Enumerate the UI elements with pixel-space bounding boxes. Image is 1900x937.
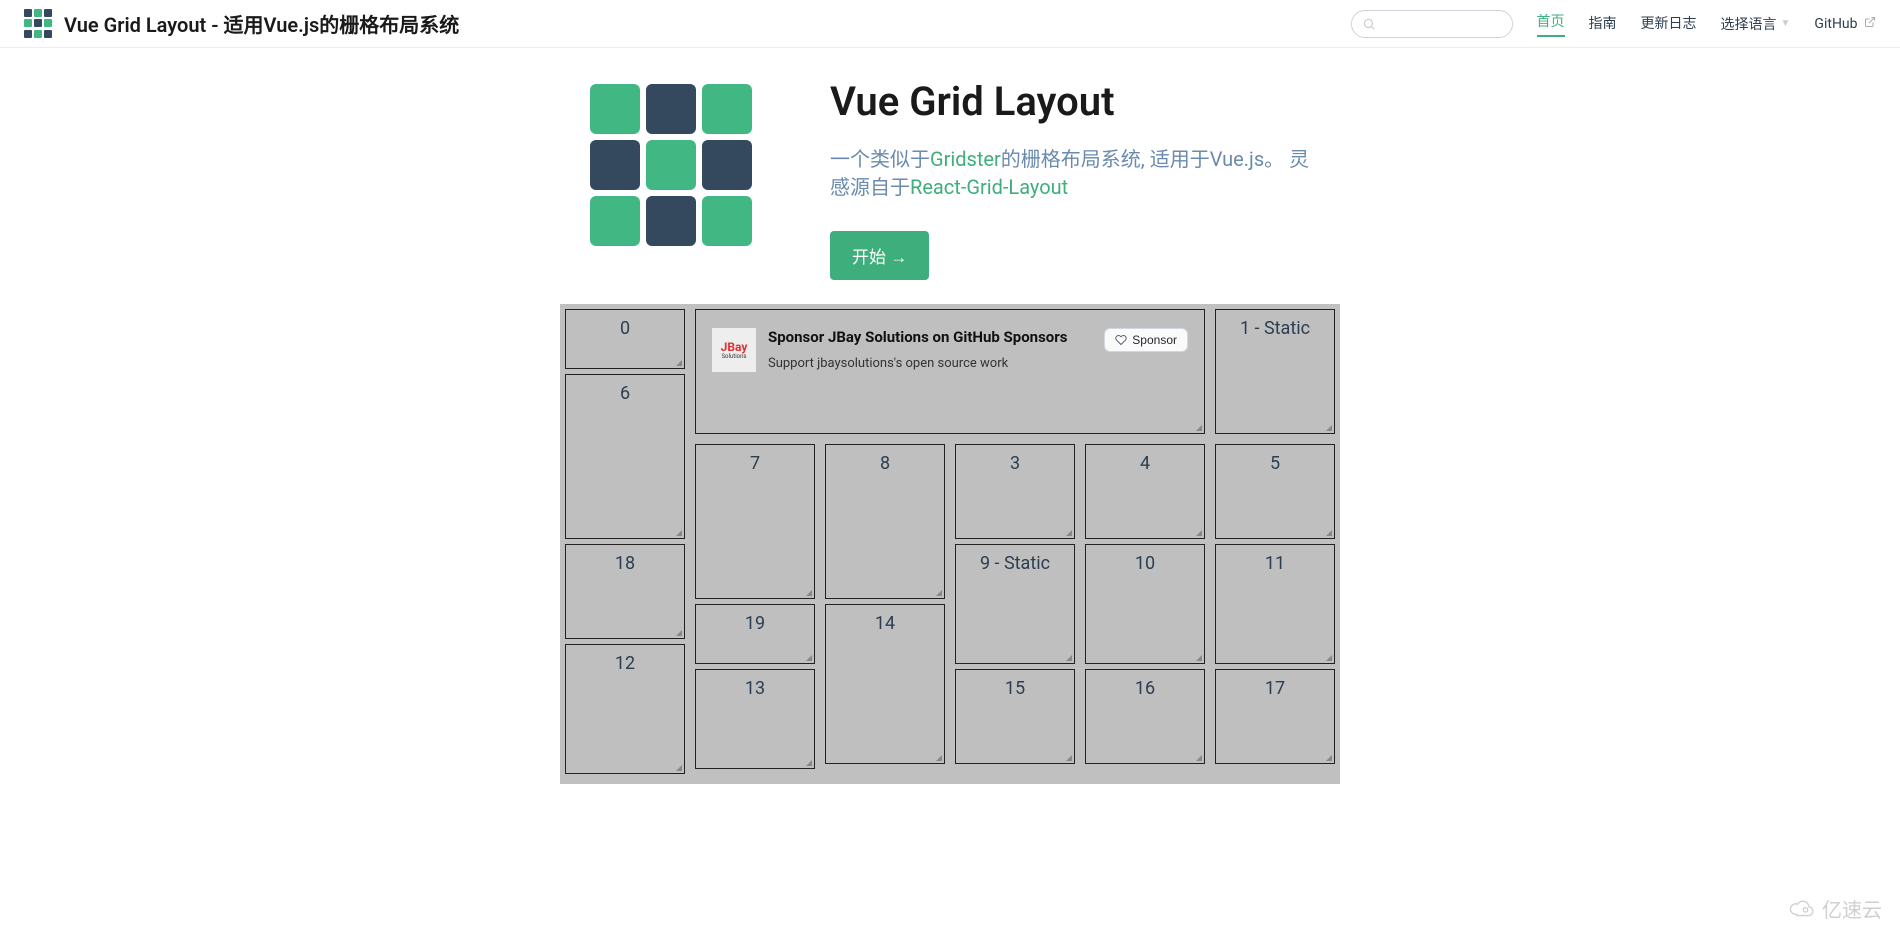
nav-home[interactable]: 首页 — [1537, 11, 1565, 37]
hero: Vue Grid Layout 一个类似于Gridster的栅格布局系统, 适用… — [0, 48, 1900, 280]
grid-item[interactable]: 7 — [695, 444, 815, 599]
react-grid-layout-link[interactable]: React-Grid-Layout — [910, 175, 1068, 199]
grid-item[interactable]: 16 — [1085, 669, 1205, 764]
grid-item-label: 4 — [1140, 453, 1150, 538]
sponsor-subtitle: Support jbaysolutions's open source work — [768, 356, 1104, 371]
get-started-button[interactable]: 开始 → — [830, 231, 929, 280]
grid-item[interactable]: 17 — [1215, 669, 1335, 764]
sponsor-text: Sponsor JBay Solutions on GitHub Sponsor… — [768, 328, 1104, 371]
navbar: Vue Grid Layout - 适用Vue.js的栅格布局系统 首页 指南 … — [0, 0, 1900, 48]
sponsor-button[interactable]: Sponsor — [1104, 328, 1188, 352]
hero-desc-pre: 一个类似于 — [830, 147, 930, 171]
hero-title: Vue Grid Layout — [830, 78, 1310, 125]
heart-icon — [1115, 334, 1127, 346]
nav-github[interactable]: GitHub — [1814, 13, 1876, 35]
grid-item-label: 19 — [745, 613, 765, 663]
sponsor-button-label: Sponsor — [1132, 333, 1177, 347]
nav-github-label: GitHub — [1814, 16, 1857, 32]
sponsor-card[interactable]: JBaySolutions Sponsor JBay Solutions on G… — [695, 309, 1205, 434]
logo-icon — [24, 9, 54, 39]
cloud-icon — [1788, 898, 1816, 920]
grid-item-label: 16 — [1135, 678, 1155, 763]
watermark-text: 亿速云 — [1822, 894, 1882, 923]
grid-item[interactable]: 13 — [695, 669, 815, 769]
grid-item[interactable]: 3 — [955, 444, 1075, 539]
grid-item[interactable]: 9 - Static — [955, 544, 1075, 664]
gridster-link[interactable]: Gridster — [930, 147, 1001, 171]
grid-item[interactable]: 6 — [565, 374, 685, 539]
chevron-down-icon: ▼ — [1781, 18, 1791, 29]
grid-item[interactable]: 19 — [695, 604, 815, 664]
hero-content: Vue Grid Layout 一个类似于Gridster的栅格布局系统, 适用… — [830, 78, 1310, 280]
grid-item[interactable]: 8 — [825, 444, 945, 599]
grid-item-label: 1 - Static — [1240, 318, 1310, 433]
nav-right: 首页 指南 更新日志 选择语言 ▼ GitHub — [1351, 10, 1876, 38]
grid-item-label: 14 — [875, 613, 895, 763]
grid-item[interactable]: 1 - Static — [1215, 309, 1335, 434]
grid-item-label: 8 — [880, 453, 890, 598]
grid-item-label: 11 — [1265, 553, 1285, 663]
external-link-icon — [1864, 16, 1876, 32]
grid-item-label: 6 — [620, 383, 630, 538]
grid-demo: JBaySolutions Sponsor JBay Solutions on G… — [560, 304, 1340, 784]
site-title: Vue Grid Layout - 适用Vue.js的栅格布局系统 — [64, 9, 459, 38]
grid-item-label: 13 — [745, 678, 765, 768]
grid-item[interactable]: 0 — [565, 309, 685, 369]
grid-item-label: 18 — [615, 553, 635, 638]
grid-item[interactable]: 18 — [565, 544, 685, 639]
nav-language-dropdown[interactable]: 选择语言 ▼ — [1721, 14, 1791, 34]
grid-item-label: 5 — [1270, 453, 1280, 538]
grid-item-label: 3 — [1010, 453, 1020, 538]
search-icon — [1362, 17, 1376, 31]
grid-item-label: 12 — [615, 653, 635, 773]
grid-item-label: 7 — [750, 453, 760, 598]
grid-item[interactable]: 11 — [1215, 544, 1335, 664]
hero-logo-icon — [590, 84, 760, 254]
sponsor-logo-icon: JBaySolutions — [712, 328, 756, 372]
nav-language-label: 选择语言 — [1721, 14, 1777, 34]
sponsor-title: Sponsor JBay Solutions on GitHub Sponsor… — [768, 328, 1104, 348]
nav-brand[interactable]: Vue Grid Layout - 适用Vue.js的栅格布局系统 — [24, 9, 459, 39]
hero-description: 一个类似于Gridster的栅格布局系统, 适用于Vue.js。 灵感源自于Re… — [830, 145, 1310, 201]
grid-item[interactable]: 14 — [825, 604, 945, 764]
grid-item[interactable]: 4 — [1085, 444, 1205, 539]
grid-item-label: 0 — [620, 318, 630, 368]
search-input[interactable] — [1351, 10, 1513, 38]
grid-item-label: 17 — [1265, 678, 1285, 763]
nav-guide[interactable]: 指南 — [1589, 13, 1617, 35]
grid-item[interactable]: 15 — [955, 669, 1075, 764]
grid-item[interactable]: 12 — [565, 644, 685, 774]
nav-changelog[interactable]: 更新日志 — [1641, 13, 1697, 35]
watermark: 亿速云 — [1788, 894, 1882, 923]
grid-item-label: 9 - Static — [980, 553, 1050, 663]
grid-item-label: 15 — [1005, 678, 1025, 763]
grid-item-label: 10 — [1135, 553, 1155, 663]
grid-item[interactable]: 5 — [1215, 444, 1335, 539]
grid-item[interactable]: 10 — [1085, 544, 1205, 664]
